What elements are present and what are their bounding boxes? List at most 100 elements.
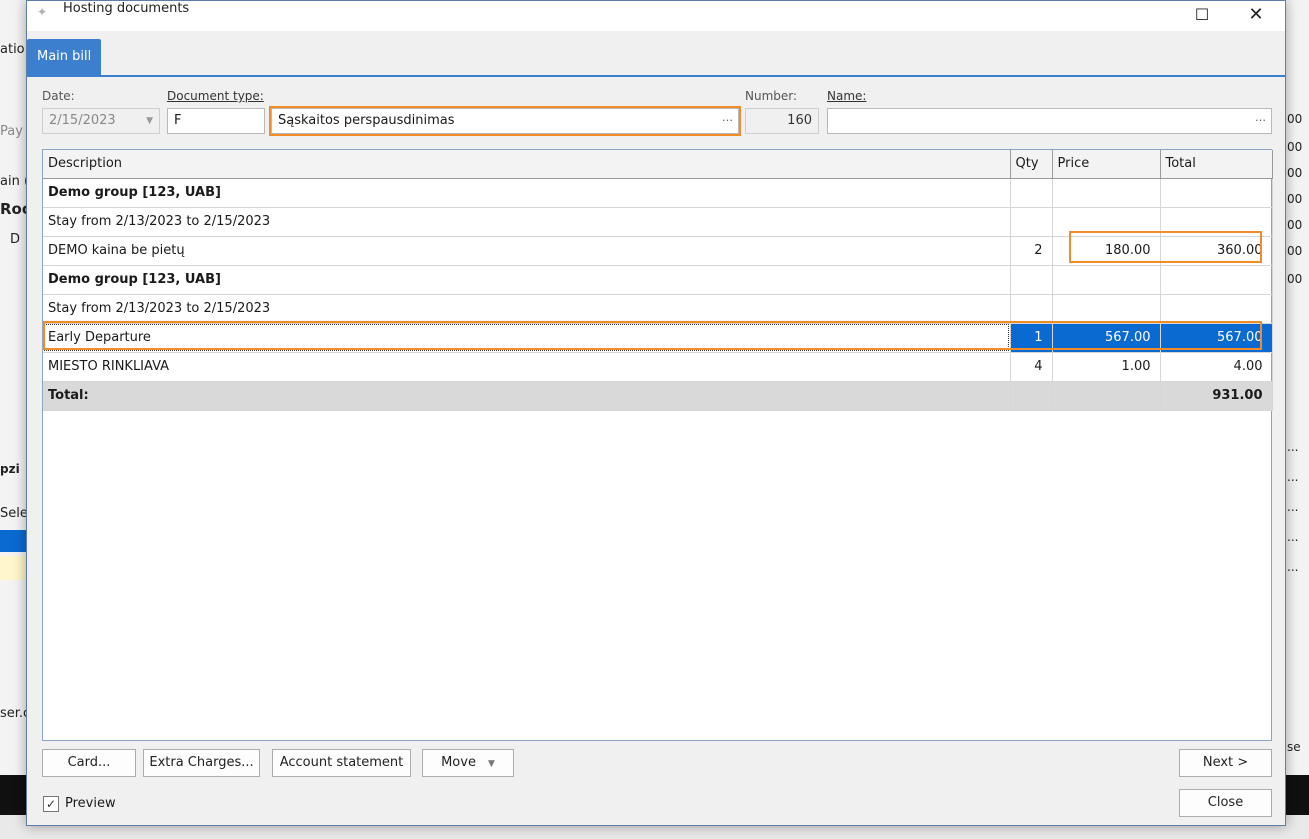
cell-total: 567.00	[1160, 323, 1273, 353]
cell-total: 4.00	[1160, 352, 1273, 382]
move-button[interactable]: Move ▼	[422, 749, 514, 777]
number-field: 160	[745, 108, 819, 134]
table-row[interactable]: Demo group [123, UAB]	[43, 178, 1273, 208]
table-row[interactable]: DEMO kaina be pietų 2 180.00 360.00	[43, 236, 1273, 266]
account-statement-button[interactable]: Account statement	[272, 749, 411, 777]
window-title: Hosting documents	[63, 1, 190, 16]
bg-fragment: ...	[1287, 560, 1299, 574]
cell-description: MIESTO RINKLIAVA	[43, 352, 1011, 382]
lines-table: Description Qty Price Total Demo group […	[43, 150, 1273, 411]
cell-description: Demo group [123, UAB]	[43, 265, 1011, 295]
bg-fragment: D	[10, 232, 21, 247]
cell-qty: 2	[1010, 236, 1053, 266]
date-field[interactable]: 2/15/2023 ▼	[42, 108, 160, 134]
cell-total	[1160, 207, 1273, 237]
card-button[interactable]: Card...	[42, 749, 136, 777]
cell-qty	[1010, 178, 1053, 208]
cell-total	[1160, 265, 1273, 295]
move-label: Move	[441, 755, 476, 770]
bg-fragment: Pay	[0, 124, 23, 139]
number-label: Number:	[745, 89, 798, 103]
table-row[interactable]: Demo group [123, UAB]	[43, 265, 1273, 295]
column-header-total[interactable]: Total	[1160, 150, 1273, 179]
bg-fragment: 00	[1287, 112, 1303, 126]
chevron-down-icon: ▼	[146, 116, 153, 126]
cell-price	[1052, 207, 1161, 237]
table-total-row: Total: 931.00	[43, 381, 1273, 411]
chevron-down-icon: ▼	[487, 759, 495, 769]
check-icon: ✓	[45, 797, 57, 811]
bg-fragment: ...	[1287, 440, 1299, 454]
background-left-panel: atio Pay ain ( Roo D pzi Sele ser.c	[0, 0, 26, 839]
bg-fragment: ...	[1287, 530, 1299, 544]
cell-price	[1052, 294, 1161, 324]
cell-total	[1160, 294, 1273, 324]
cell-price: 1.00	[1052, 352, 1161, 382]
bg-fragment: 00	[1287, 192, 1303, 206]
tab-main-bill[interactable]: Main bill	[27, 39, 102, 75]
bg-fragment: Roo	[0, 200, 26, 218]
close-icon: ✕	[1248, 3, 1264, 25]
name-field[interactable]: …	[827, 108, 1272, 134]
close-button[interactable]: Close	[1179, 789, 1272, 817]
cell-description: Demo group [123, UAB]	[43, 178, 1011, 208]
bg-fragment: ser.c	[0, 706, 26, 721]
bg-fragment: ain (	[0, 174, 26, 189]
cell-qty: 4	[1010, 352, 1053, 382]
date-value: 2/15/2023	[49, 113, 116, 128]
preview-label: Preview	[65, 796, 116, 811]
cell-price	[1052, 265, 1161, 295]
tab-strip: Main bill	[27, 39, 1285, 77]
total-qty-empty	[1010, 381, 1053, 411]
bg-fragment: atio	[0, 42, 25, 57]
table-row[interactable]: Stay from 2/13/2023 to 2/15/2023	[43, 207, 1273, 237]
total-value: 931.00	[1160, 381, 1273, 411]
cell-total: 360.00	[1160, 236, 1273, 266]
bg-fragment: 00	[1287, 272, 1303, 286]
bg-fragment: Sele	[0, 506, 26, 521]
document-type-code: F	[174, 113, 182, 128]
name-label: Name:	[827, 89, 867, 103]
bg-selected-row	[0, 530, 26, 552]
ellipsis-icon: …	[722, 111, 733, 124]
document-type-name-field[interactable]: Sąskaitos perspausdinimas …	[269, 106, 741, 136]
ellipsis-icon: …	[1255, 111, 1266, 124]
bg-fragment: ...	[1287, 500, 1299, 514]
cell-qty: 1	[1010, 323, 1053, 353]
table-row[interactable]: Stay from 2/13/2023 to 2/15/2023	[43, 294, 1273, 324]
cell-qty	[1010, 207, 1053, 237]
bg-fragment: 00	[1287, 140, 1303, 154]
bg-fragment: 00	[1287, 218, 1303, 232]
bg-fragment: 00	[1287, 244, 1303, 258]
total-label: Total:	[43, 381, 1011, 411]
cell-qty	[1010, 265, 1053, 295]
cell-price: 180.00	[1052, 236, 1161, 266]
preview-checkbox[interactable]: ✓	[43, 796, 59, 812]
cell-description: Stay from 2/13/2023 to 2/15/2023	[43, 294, 1011, 324]
extra-charges-button[interactable]: Extra Charges...	[143, 749, 260, 777]
table-row-selected[interactable]: Early Departure 1 567.00 567.00	[43, 323, 1273, 353]
document-type-code-field[interactable]: F	[167, 108, 265, 134]
app-icon: ✦	[37, 5, 48, 19]
next-button[interactable]: Next >	[1179, 749, 1272, 777]
column-header-price[interactable]: Price	[1052, 150, 1161, 179]
document-type-label: Document type:	[167, 89, 264, 103]
bg-fragment: pzi	[0, 462, 20, 476]
background-right-panel: 00 00 00 00 00 00 00 ... ... ... ... ...…	[1285, 0, 1309, 839]
titlebar: ✦ Hosting documents ☐ ✕	[27, 1, 1285, 31]
bg-fragment: ...	[1287, 470, 1299, 484]
close-window-button[interactable]: ✕	[1233, 1, 1279, 27]
cell-description: Stay from 2/13/2023 to 2/15/2023	[43, 207, 1011, 237]
bg-fragment: 00	[1287, 166, 1303, 180]
number-value: 160	[787, 113, 812, 128]
cell-price: 567.00	[1052, 323, 1161, 353]
grid-header-row: Description Qty Price Total	[43, 150, 1273, 179]
column-header-qty[interactable]: Qty	[1010, 150, 1053, 179]
table-row[interactable]: MIESTO RINKLIAVA 4 1.00 4.00	[43, 352, 1273, 382]
cell-description: Early Departure	[43, 323, 1011, 353]
cell-total	[1160, 178, 1273, 208]
date-label: Date:	[42, 89, 75, 103]
column-header-description[interactable]: Description	[43, 150, 1011, 179]
document-type-name: Sąskaitos perspausdinimas	[278, 113, 455, 128]
maximize-button[interactable]: ☐	[1179, 1, 1225, 27]
